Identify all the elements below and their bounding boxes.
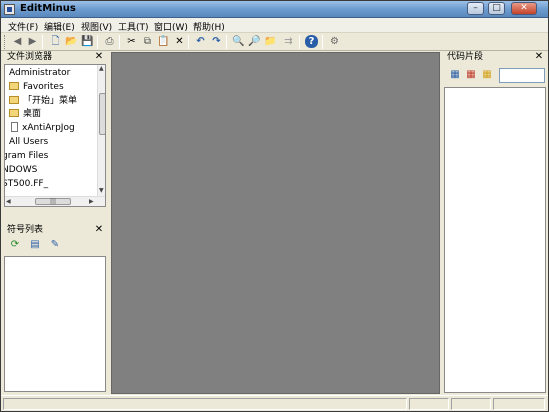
- folder-icon: [9, 96, 19, 104]
- title-bar[interactable]: EditMinus – □ ✕: [1, 1, 548, 18]
- symbol-list-title: 符号列表: [7, 225, 44, 235]
- open-file-icon[interactable]: 📂: [65, 35, 78, 48]
- menu-bar: 文件(F) 编辑(E) 视图(V) 工具(T) 窗口(W) 帮助(H): [1, 18, 548, 33]
- app-icon[interactable]: [4, 4, 15, 15]
- undo-icon[interactable]: ↶: [194, 35, 207, 48]
- file-browser-close-icon[interactable]: ✕: [94, 51, 104, 63]
- delete-icon[interactable]: ✕: [173, 35, 186, 48]
- goto-icon[interactable]: ⇉: [282, 35, 295, 48]
- forward-icon[interactable]: ▶: [26, 35, 39, 48]
- tree-item[interactable]: 桌面: [9, 108, 41, 121]
- scroll-up-icon[interactable]: ▲: [99, 65, 104, 73]
- pin-icon[interactable]: ✎: [49, 239, 61, 251]
- snippet-edit-icon[interactable]: ▦: [465, 69, 477, 81]
- toolbar-separator: [226, 35, 227, 49]
- maximize-button[interactable]: □: [488, 2, 505, 15]
- snippet-new-icon[interactable]: ▦: [449, 69, 461, 81]
- status-cell: [451, 398, 491, 410]
- tree-item[interactable]: ST500.FF_: [5, 178, 48, 191]
- tree-item[interactable]: gram Files: [5, 150, 48, 163]
- copy-icon[interactable]: ⧉: [141, 35, 154, 48]
- menu-edit[interactable]: 编辑(E): [44, 20, 75, 33]
- redo-icon[interactable]: ↷: [210, 35, 223, 48]
- symbol-list-close-icon[interactable]: ✕: [94, 224, 104, 236]
- close-button[interactable]: ✕: [511, 2, 537, 15]
- snippet-folder-icon[interactable]: ▦: [481, 69, 493, 81]
- file-browser-tree[interactable]: Administrator Favorites 「开始」菜单 桌面 xAntiA…: [4, 64, 106, 207]
- menu-help[interactable]: 帮助(H): [193, 20, 225, 33]
- snippet-list-area[interactable]: [444, 87, 546, 393]
- scroll-right-icon[interactable]: ▶: [89, 198, 94, 206]
- snippet-category-select[interactable]: [499, 68, 545, 83]
- snippets-close-icon[interactable]: ✕: [534, 51, 544, 63]
- settings-icon[interactable]: ⚙: [328, 35, 341, 48]
- tree-item[interactable]: Administrator: [9, 67, 70, 80]
- folder-icon: [9, 82, 19, 90]
- toolbar-separator: [119, 35, 120, 49]
- refresh-icon[interactable]: ⟳: [9, 239, 21, 251]
- vertical-scroll-thumb[interactable]: [99, 93, 105, 135]
- status-cell: [493, 398, 545, 410]
- folder-search-icon[interactable]: 📁: [264, 35, 277, 48]
- back-icon[interactable]: ◀: [11, 35, 24, 48]
- toolbar: ◀ ▶ 🗋 📂 💾 ⎙ ✂ ⧉ 📋 ✕ ↶ ↷ 🔍 🔎 📁 ⇉ ? ⚙: [1, 33, 548, 51]
- tree-horizontal-scrollbar[interactable]: ◀ ||| ▶: [5, 196, 105, 206]
- snippets-title: 代码片段: [447, 52, 484, 62]
- file-browser-title: 文件浏览器: [7, 52, 53, 62]
- tree-item[interactable]: Favorites: [9, 81, 64, 94]
- new-file-icon[interactable]: 🗋: [49, 35, 62, 48]
- status-bar: [1, 395, 548, 411]
- menu-view[interactable]: 视图(V): [81, 20, 112, 33]
- file-browser-header: 文件浏览器 ✕: [4, 51, 106, 63]
- tree-item[interactable]: All Users: [9, 136, 48, 149]
- window-title: EditMinus: [20, 3, 76, 14]
- toolbar-separator: [188, 35, 189, 49]
- tree-item[interactable]: xAntiArpJog: [11, 122, 75, 135]
- symbol-list-header: 符号列表 ✕: [4, 224, 106, 236]
- toolbar-separator: [97, 35, 98, 49]
- status-cell: [409, 398, 449, 410]
- find-icon[interactable]: 🔍: [232, 35, 245, 48]
- toolbar-grip[interactable]: [4, 35, 7, 49]
- sort-icon[interactable]: ▤: [29, 239, 41, 251]
- scroll-down-icon[interactable]: ▼: [99, 187, 104, 195]
- status-message: [3, 398, 407, 410]
- snippets-header: 代码片段 ✕: [444, 51, 546, 63]
- toolbar-separator: [42, 35, 43, 49]
- editor-area[interactable]: [111, 52, 440, 394]
- menu-file[interactable]: 文件(F): [8, 20, 38, 33]
- app-window: EditMinus – □ ✕ 文件(F) 编辑(E) 视图(V) 工具(T) …: [0, 0, 549, 412]
- minimize-button[interactable]: –: [467, 2, 484, 15]
- symbol-list-area[interactable]: [4, 256, 106, 392]
- print-icon[interactable]: ⎙: [103, 35, 116, 48]
- tree-item[interactable]: 「开始」菜单: [9, 95, 77, 108]
- toolbar-separator: [299, 35, 300, 49]
- tree-item[interactable]: NDOWS: [5, 164, 37, 177]
- paste-icon[interactable]: 📋: [157, 35, 170, 48]
- help-icon[interactable]: ?: [305, 35, 318, 48]
- save-icon[interactable]: 💾: [81, 35, 94, 48]
- scroll-left-icon[interactable]: ◀: [6, 198, 11, 206]
- menu-window[interactable]: 窗口(W): [154, 20, 188, 33]
- horizontal-scroll-thumb[interactable]: |||: [35, 198, 71, 205]
- menu-tools[interactable]: 工具(T): [118, 20, 149, 33]
- replace-icon[interactable]: 🔎: [248, 35, 261, 48]
- tree-vertical-scrollbar[interactable]: ▲ ▼: [97, 65, 105, 196]
- toolbar-separator: [322, 35, 323, 49]
- folder-icon: [9, 109, 19, 117]
- cut-icon[interactable]: ✂: [125, 35, 138, 48]
- file-icon: [11, 122, 18, 132]
